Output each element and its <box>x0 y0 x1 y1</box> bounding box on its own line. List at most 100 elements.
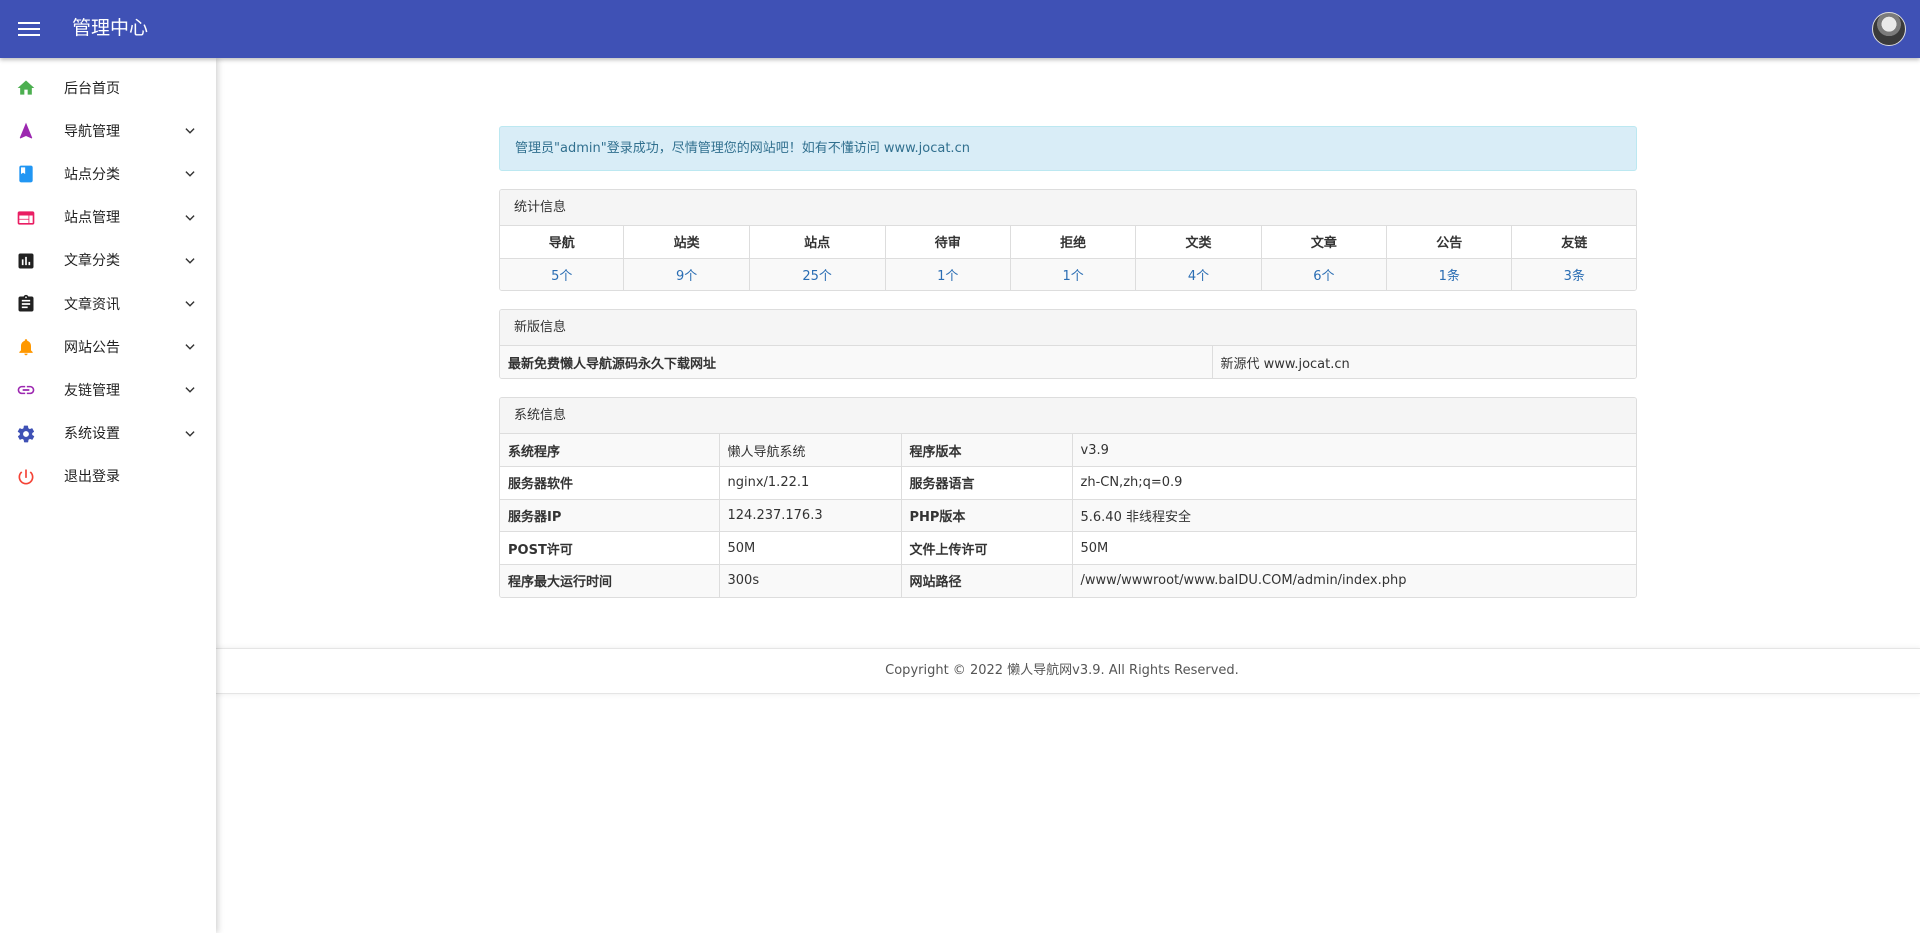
stats-value-sites[interactable]: 25个 <box>802 269 832 284</box>
chevron-down-icon <box>185 171 195 178</box>
stats-value-pending[interactable]: 1个 <box>937 269 958 284</box>
table-row: POST许可 50M 文件上传许可 50M <box>500 531 1636 565</box>
system-key: 程序最大运行时间 <box>500 564 720 597</box>
system-value: zh-CN,zh;q=0.9 <box>1072 466 1636 500</box>
sidebar-item-label: 网站公告 <box>64 339 120 356</box>
system-value: /www/wwwroot/www.baIDU.COM/admin/index.p… <box>1072 564 1636 597</box>
system-panel-title: 系统信息 <box>500 398 1636 434</box>
stats-header-article-category: 文类 <box>1135 226 1262 259</box>
system-key: 系统程序 <box>500 434 720 468</box>
app-title: 管理中心 <box>72 17 149 39</box>
sidebar-item-navigation[interactable]: 导航管理 <box>0 109 216 152</box>
clipboard-icon <box>18 294 34 312</box>
stats-value-links[interactable]: 3条 <box>1564 269 1585 284</box>
stats-value-site-category[interactable]: 9个 <box>676 269 697 284</box>
table-row: 服务器软件 nginx/1.22.1 服务器语言 zh-CN,zh;q=0.9 <box>500 466 1636 500</box>
system-table: 系统程序 懒人导航系统 程序版本 v3.9 服务器软件 nginx/1.22.1… <box>500 434 1636 597</box>
copyright-text: Copyright © 2022 懒人导航网v3.9. All Rights R… <box>885 663 1239 678</box>
stats-value-announcements[interactable]: 1条 <box>1439 269 1460 284</box>
chevron-down-icon <box>185 301 195 307</box>
stats-value-rejected[interactable]: 1个 <box>1062 269 1083 284</box>
system-value: v3.9 <box>1072 434 1636 468</box>
version-label: 最新免费懒人导航源码永久下载网址 <box>500 346 1213 378</box>
sidebar-item-label: 友链管理 <box>64 382 120 399</box>
sidebar-item-label: 站点管理 <box>64 210 120 227</box>
sidebar-item-article-category[interactable]: 文章分类 <box>0 239 216 282</box>
sidebar-item-label: 导航管理 <box>64 123 120 140</box>
chevron-down-icon <box>185 214 195 221</box>
sidebar-item-articles[interactable]: 文章资讯 <box>0 282 216 325</box>
table-row: 服务器IP 124.237.176.3 PHP版本 5.6.40 非线程安全 <box>500 499 1636 533</box>
sidebar-item-label: 后台首页 <box>64 80 120 97</box>
bell-icon <box>19 339 33 356</box>
stats-header-pending: 待审 <box>885 226 1011 259</box>
stats-value-articles[interactable]: 6个 <box>1313 269 1334 284</box>
version-value: 新源代 www.jocat.cn <box>1212 346 1636 378</box>
main-content: 管理员"admin"登录成功，尽情管理您的网站吧！如有不懂访问 www.joca… <box>499 126 1637 598</box>
navigation-icon <box>19 122 33 139</box>
system-key: POST许可 <box>500 531 720 565</box>
stats-table: 导航 站类 站点 待审 拒绝 文类 文章 公告 友链 5个 9个 25个 1个 … <box>500 226 1636 290</box>
sidebar: 后台首页 导航管理 站点分类 站点管理 文章分类 文章资讯 网站公告 友链管理 … <box>0 58 216 933</box>
stats-value-article-category[interactable]: 4个 <box>1188 269 1209 284</box>
chevron-down-icon <box>185 430 195 437</box>
top-app-bar: 管理中心 <box>0 0 1920 58</box>
system-key: 程序版本 <box>901 434 1073 468</box>
chart-icon <box>18 253 34 269</box>
sidebar-item-links[interactable]: 友链管理 <box>0 368 216 411</box>
system-key: PHP版本 <box>901 499 1073 533</box>
system-value: nginx/1.22.1 <box>719 466 902 500</box>
sidebar-item-label: 系统设置 <box>64 426 120 443</box>
system-key: 服务器软件 <box>500 466 720 500</box>
stats-header-links: 友链 <box>1511 226 1636 259</box>
link-icon <box>17 386 35 395</box>
chevron-down-icon <box>185 387 195 394</box>
sidebar-item-site-management[interactable]: 站点管理 <box>0 196 216 239</box>
stats-header-articles: 文章 <box>1261 226 1388 259</box>
table-row: 程序最大运行时间 300s 网站路径 /www/wwwroot/www.baID… <box>500 564 1636 597</box>
system-value: 懒人导航系统 <box>719 434 902 468</box>
chevron-down-icon <box>185 128 195 134</box>
book-icon <box>19 166 33 183</box>
sidebar-item-site-category[interactable]: 站点分类 <box>0 152 216 195</box>
stats-panel: 统计信息 导航 站类 站点 待审 拒绝 文类 文章 公告 友链 5个 9个 25… <box>499 189 1637 291</box>
chevron-down-icon <box>185 257 195 264</box>
system-value: 5.6.40 非线程安全 <box>1072 499 1636 533</box>
system-key: 文件上传许可 <box>901 531 1073 565</box>
chevron-down-icon <box>185 344 195 350</box>
system-key: 服务器语言 <box>901 466 1073 500</box>
system-key: 网站路径 <box>901 564 1073 597</box>
version-panel: 新版信息 最新免费懒人导航源码永久下载网址 新源代 www.jocat.cn <box>499 309 1637 379</box>
web-icon <box>17 210 35 225</box>
version-panel-title: 新版信息 <box>500 310 1636 346</box>
system-panel: 系统信息 系统程序 懒人导航系统 程序版本 v3.9 服务器软件 nginx/1… <box>499 397 1637 598</box>
table-row: 系统程序 懒人导航系统 程序版本 v3.9 <box>500 434 1636 468</box>
system-value: 50M <box>1072 531 1636 565</box>
sidebar-item-settings[interactable]: 系统设置 <box>0 412 216 455</box>
sidebar-item-logout[interactable]: 退出登录 <box>0 455 216 498</box>
stats-header-announcements: 公告 <box>1386 226 1513 259</box>
version-table: 最新免费懒人导航源码永久下载网址 新源代 www.jocat.cn <box>500 346 1636 378</box>
avatar[interactable] <box>1872 12 1906 46</box>
sidebar-item-label: 文章资讯 <box>64 296 120 313</box>
system-value: 300s <box>719 564 902 597</box>
footer: Copyright © 2022 懒人导航网v3.9. All Rights R… <box>216 648 1920 694</box>
menu-icon[interactable] <box>18 19 40 39</box>
gear-icon <box>17 425 35 442</box>
login-success-alert: 管理员"admin"登录成功，尽情管理您的网站吧！如有不懂访问 www.joca… <box>499 126 1637 171</box>
sidebar-item-home[interactable]: 后台首页 <box>0 66 216 109</box>
system-value: 124.237.176.3 <box>719 499 902 533</box>
sidebar-item-label: 退出登录 <box>64 469 120 486</box>
sidebar-item-announcements[interactable]: 网站公告 <box>0 325 216 368</box>
stats-header-nav: 导航 <box>500 226 625 259</box>
sidebar-item-label: 站点分类 <box>64 166 120 183</box>
home-icon <box>17 80 35 95</box>
stats-header-site-category: 站类 <box>623 226 750 259</box>
system-key: 服务器IP <box>500 499 720 533</box>
power-icon <box>18 469 34 485</box>
system-value: 50M <box>719 531 902 565</box>
sidebar-item-label: 文章分类 <box>64 253 120 270</box>
stats-header-sites: 站点 <box>749 226 886 259</box>
stats-header-rejected: 拒绝 <box>1010 226 1137 259</box>
stats-value-nav[interactable]: 5个 <box>551 269 572 284</box>
